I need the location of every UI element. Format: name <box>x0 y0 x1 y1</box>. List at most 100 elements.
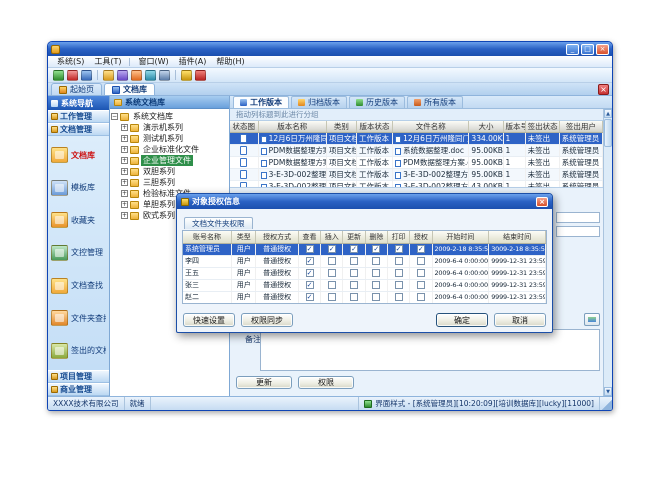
expand-icon[interactable] <box>121 168 128 175</box>
tab-document-library[interactable]: 文档库 <box>104 83 155 95</box>
print-checkbox[interactable] <box>395 269 403 277</box>
update-checkbox[interactable] <box>350 257 358 265</box>
permission-sync-button[interactable]: 权限同步 <box>241 313 293 327</box>
col-category[interactable]: 类别 <box>326 121 356 133</box>
tree-node-selected[interactable]: 企业管理文件 <box>121 155 228 166</box>
view-checkbox[interactable] <box>306 293 314 301</box>
delete-checkbox[interactable] <box>372 269 380 277</box>
menu-window[interactable]: 窗口(W) <box>133 56 173 67</box>
col-start-time[interactable]: 开始时间 <box>432 231 489 243</box>
expand-icon[interactable] <box>121 146 128 153</box>
nav-item-folder-search[interactable]: 文件夹查找 <box>50 304 107 332</box>
tree-node[interactable]: 双胆系列 <box>121 166 228 177</box>
nav-group-doc[interactable]: 文档管理 <box>48 123 109 136</box>
quick-setup-button[interactable]: 快速设置 <box>183 313 235 327</box>
scrollbar-thumb[interactable] <box>604 119 612 147</box>
insert-checkbox[interactable] <box>328 269 336 277</box>
update-button[interactable]: 更新 <box>236 376 292 389</box>
col-auth-mode[interactable]: 授权方式 <box>256 231 299 243</box>
minimize-button[interactable] <box>566 44 579 55</box>
tab-folder-permissions[interactable]: 文档文件夹权限 <box>184 217 253 229</box>
mail-icon[interactable] <box>67 70 78 81</box>
col-status[interactable]: 状态图 <box>230 121 258 133</box>
exit-icon[interactable] <box>195 70 206 81</box>
menu-tools[interactable]: 工具(T) <box>89 56 126 67</box>
authorize-checkbox[interactable] <box>417 293 425 301</box>
update-checkbox[interactable] <box>350 269 358 277</box>
print-checkbox[interactable] <box>395 293 403 301</box>
col-print[interactable]: 打印 <box>387 231 409 243</box>
vertical-scrollbar[interactable] <box>603 109 612 396</box>
permission-button[interactable]: 权限 <box>298 376 354 389</box>
tab-all-versions[interactable]: 所有版本 <box>407 96 463 108</box>
insert-checkbox[interactable] <box>328 257 336 265</box>
col-checkout-state[interactable]: 签出状态 <box>525 121 559 133</box>
perm-row[interactable]: 王五 用户 普通授权 2009-6-4 0:00:00 9999-12-31 2… <box>183 267 546 279</box>
table-row[interactable]: PDM数据整理方案.doc 项目文档 工作版本 PDM数据整理方案.doc 95… <box>230 157 603 169</box>
delete-checkbox[interactable] <box>372 281 380 289</box>
col-size[interactable]: 大小 <box>469 121 503 133</box>
update-checkbox[interactable] <box>350 245 358 253</box>
expand-icon[interactable] <box>121 135 128 142</box>
expand-icon[interactable] <box>121 201 128 208</box>
view-checkbox[interactable] <box>306 245 314 253</box>
col-end-time[interactable]: 结束时间 <box>489 231 546 243</box>
close-tab-button[interactable] <box>598 84 609 95</box>
scroll-up-icon[interactable] <box>604 109 612 118</box>
home-icon[interactable] <box>81 70 92 81</box>
col-insert[interactable]: 插入 <box>321 231 343 243</box>
nav-item-doc-search[interactable]: 文档查找 <box>50 272 107 300</box>
nav-group-work[interactable]: 工作管理 <box>48 110 109 123</box>
expand-icon[interactable] <box>121 190 128 197</box>
authorize-checkbox[interactable] <box>417 257 425 265</box>
print-checkbox[interactable] <box>395 245 403 253</box>
nav-item-favorites[interactable]: 收藏夹 <box>50 206 107 234</box>
print-checkbox[interactable] <box>395 257 403 265</box>
tree-node[interactable]: 演示机系列 <box>121 122 228 133</box>
insert-checkbox[interactable] <box>328 245 336 253</box>
tree-node[interactable]: 企业标准化文件 <box>121 144 228 155</box>
insert-checkbox[interactable] <box>328 281 336 289</box>
authorize-checkbox[interactable] <box>417 281 425 289</box>
lock-icon[interactable] <box>181 70 192 81</box>
col-update[interactable]: 更新 <box>343 231 365 243</box>
expand-icon[interactable] <box>121 157 128 164</box>
perm-row[interactable]: 赵二 用户 普通授权 2009-6-4 0:00:00 9999-12-31 2… <box>183 291 546 303</box>
col-view[interactable]: 查看 <box>298 231 320 243</box>
col-account[interactable]: 账号名称 <box>183 231 232 243</box>
nav-group-project[interactable]: 项目管理 <box>48 370 109 383</box>
col-authorize[interactable]: 授权 <box>410 231 432 243</box>
menu-system[interactable]: 系统(S) <box>52 56 89 67</box>
tree-node-root[interactable]: 系统文档库 <box>111 111 228 122</box>
apps-icon[interactable] <box>117 70 128 81</box>
view-checkbox[interactable] <box>306 281 314 289</box>
tree-node[interactable]: 三胆系列 <box>121 177 228 188</box>
dialog-titlebar[interactable]: 对象授权信息 <box>177 194 552 209</box>
ok-button[interactable]: 确定 <box>436 313 488 327</box>
col-checkout-user[interactable]: 签出用户 <box>559 121 602 133</box>
col-version-state[interactable]: 版本状态 <box>356 121 392 133</box>
chart-icon[interactable] <box>131 70 142 81</box>
folder-icon[interactable] <box>103 70 114 81</box>
nav-item-document-library[interactable]: 文档库 <box>50 141 107 169</box>
authorize-checkbox[interactable] <box>417 269 425 277</box>
print-checkbox[interactable] <box>395 281 403 289</box>
tab-start-page[interactable]: 起始页 <box>51 83 102 95</box>
col-type[interactable]: 类型 <box>232 231 256 243</box>
update-checkbox[interactable] <box>350 281 358 289</box>
maximize-button[interactable] <box>581 44 594 55</box>
detail-field[interactable] <box>556 226 600 237</box>
browse-button[interactable] <box>584 313 600 326</box>
col-version-name[interactable]: 版本名称 <box>258 121 326 133</box>
perm-row[interactable]: 张三 用户 普通授权 2009-6-4 0:00:00 9999-12-31 2… <box>183 279 546 291</box>
authorize-checkbox[interactable] <box>417 245 425 253</box>
view-checkbox[interactable] <box>306 257 314 265</box>
delete-checkbox[interactable] <box>372 293 380 301</box>
table-row[interactable]: 3-E-3D-002整理方案.doc 项目文档 工作版本 3-E-3D-002整… <box>230 169 603 181</box>
collapse-icon[interactable] <box>111 113 118 120</box>
menu-help[interactable]: 帮助(H) <box>211 56 249 67</box>
nav-item-template-library[interactable]: 模板库 <box>50 174 107 202</box>
resize-grip[interactable] <box>600 397 612 410</box>
expand-icon[interactable] <box>121 124 128 131</box>
dialog-close-button[interactable] <box>536 197 548 207</box>
